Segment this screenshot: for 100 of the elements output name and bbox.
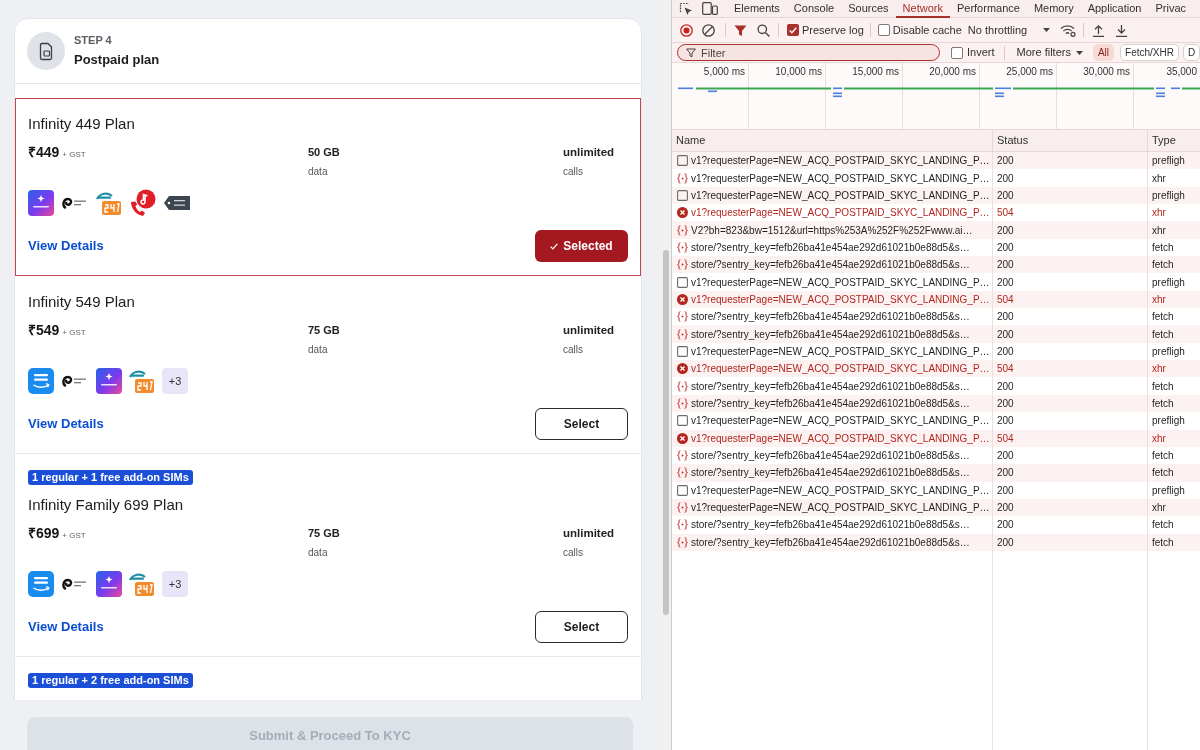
select-plan-button[interactable]: Select xyxy=(535,408,628,440)
timeline-tick: 5,000 ms xyxy=(703,65,745,79)
braces-icon xyxy=(677,519,688,531)
record-icon[interactable] xyxy=(680,23,693,37)
status-code: 200 xyxy=(997,466,1014,481)
scrollbar[interactable] xyxy=(662,250,669,615)
calls-label: calls xyxy=(563,165,583,179)
checkbox[interactable] xyxy=(877,24,890,36)
checkbox[interactable] xyxy=(787,24,799,36)
checkbox-label: Disable cache xyxy=(892,22,962,38)
filter-icon[interactable] xyxy=(734,23,747,37)
status-code: 200 xyxy=(997,414,1014,429)
data-amount: 75 GB xyxy=(308,323,340,338)
square-icon xyxy=(677,415,688,427)
plan-option[interactable]: Infinity 549 Plan ₹549 + GST 75 GB data unlimited calls +3 View Details Select xyxy=(15,276,641,454)
type-filter-pill[interactable]: D xyxy=(1182,44,1200,61)
clear-icon[interactable] xyxy=(702,23,715,37)
request-row[interactable]: v1?requesterPage=NEW_ACQ_POSTPAID_SKYC_LANDING_P… 200 prefligh xyxy=(672,152,1200,170)
status-code: 200 xyxy=(997,344,1014,359)
request-name: v1?requesterPage=NEW_ACQ_POSTPAID_SKYC_LANDING_P… xyxy=(691,292,990,307)
column-header[interactable]: Name xyxy=(672,130,993,151)
request-type: fetch xyxy=(1152,258,1174,273)
tag-icon xyxy=(164,196,190,210)
request-type: fetch xyxy=(1152,379,1174,394)
swirl-logo-icon xyxy=(61,578,89,590)
request-type: xhr xyxy=(1152,431,1166,446)
request-type: prefligh xyxy=(1152,414,1185,429)
calls-label: calls xyxy=(563,343,583,357)
wifi-gear-icon[interactable] xyxy=(1060,23,1077,37)
star-tile-icon xyxy=(28,190,54,216)
caret-icon xyxy=(1043,28,1051,32)
view-details-link[interactable]: View Details xyxy=(28,414,104,434)
plan-option[interactable]: 1 regular + 2 free add-on SIMs xyxy=(15,657,641,700)
devtools-tab[interactable]: Application xyxy=(1080,0,1149,18)
braces-icon xyxy=(677,502,688,514)
column-header[interactable]: Type xyxy=(1148,130,1200,151)
request-type: fetch xyxy=(1152,240,1174,255)
upload-icon[interactable] xyxy=(1092,23,1106,37)
status-code: 200 xyxy=(997,397,1014,411)
devtools-tab[interactable]: Memory xyxy=(1026,0,1081,18)
request-type: xhr xyxy=(1152,362,1166,377)
type-filter-pill[interactable]: All xyxy=(1092,44,1115,61)
request-row[interactable]: store/?sentry_key=fefb26ba41e454ae292d61021b0e88d5&s… 200 fetch xyxy=(672,256,1200,274)
timeline-tick: 10,000 ms xyxy=(775,65,822,79)
select-plan-button[interactable]: Select xyxy=(535,611,628,643)
request-name: v1?requesterPage=NEW_ACQ_POSTPAID_SKYC_LANDING_P… xyxy=(691,431,990,446)
select-plan-button[interactable]: Selected xyxy=(535,230,628,262)
request-name: v1?requesterPage=NEW_ACQ_POSTPAID_SKYC_LANDING_P… xyxy=(691,275,990,290)
request-name: store/?sentry_key=fefb26ba41e454ae292d61021b0e88d5&s… xyxy=(691,466,970,481)
star-tile-icon xyxy=(96,368,122,394)
request-type: prefligh xyxy=(1152,483,1185,498)
braces-icon xyxy=(677,328,688,340)
type-filter-pill[interactable]: Fetch/XHR xyxy=(1120,44,1179,61)
request-type: fetch xyxy=(1152,397,1174,411)
star-tile-icon xyxy=(96,571,122,597)
error-icon xyxy=(677,363,688,375)
tax-note: + GST xyxy=(62,327,86,339)
request-type: xhr xyxy=(1152,223,1166,238)
download-icon[interactable] xyxy=(1115,23,1129,37)
devtools-tab[interactable]: Privac xyxy=(1148,0,1194,18)
swirl-logo-icon xyxy=(61,197,89,209)
braces-icon xyxy=(677,311,688,323)
request-row[interactable]: v1?requesterPage=NEW_ACQ_POSTPAID_SKYC_LANDING_P… 504 xhr xyxy=(672,360,1200,378)
tax-note: + GST xyxy=(62,149,86,161)
throttling-dropdown[interactable]: No throttling xyxy=(967,21,1051,39)
request-type: prefligh xyxy=(1152,344,1185,359)
status-code: 200 xyxy=(997,223,1014,238)
braces-icon xyxy=(677,536,688,548)
tile-logo-icon xyxy=(129,571,155,597)
braces-icon xyxy=(677,380,688,392)
status-code: 200 xyxy=(997,171,1014,186)
search-icon[interactable] xyxy=(757,23,770,37)
request-bar xyxy=(678,87,693,90)
request-type: prefligh xyxy=(1152,154,1185,169)
inspect-icon[interactable] xyxy=(679,1,693,16)
request-type: xhr xyxy=(1152,206,1166,221)
request-type: xhr xyxy=(1152,171,1166,186)
request-row[interactable]: store/?sentry_key=fefb26ba41e454ae292d61021b0e88d5&s… 200 fetch xyxy=(672,325,1200,343)
column-header[interactable]: Status xyxy=(993,130,1148,151)
step-label: STEP 4 xyxy=(74,32,113,47)
request-row[interactable]: store/?sentry_key=fefb26ba41e454ae292d61021b0e88d5&s… 200 fetch xyxy=(672,464,1200,482)
device-icon[interactable] xyxy=(702,2,718,15)
checkbox[interactable] xyxy=(951,46,963,59)
more-filters-dropdown[interactable]: More filters xyxy=(1016,44,1083,61)
devtools-tab[interactable]: Elements xyxy=(727,0,787,18)
devtools-tab[interactable]: Performance xyxy=(949,0,1027,18)
error-icon xyxy=(677,432,688,444)
devtools-tab[interactable]: Console xyxy=(786,0,842,18)
filter-field[interactable]: Filter xyxy=(677,44,940,61)
data-label: data xyxy=(308,546,328,560)
view-details-link[interactable]: View Details xyxy=(28,236,104,256)
request-bar xyxy=(708,90,717,93)
devtools-tab[interactable]: Sources xyxy=(841,0,896,18)
status-code: 504 xyxy=(997,362,1014,377)
view-details-link[interactable]: View Details xyxy=(28,617,104,637)
request-row[interactable]: V2?bh=823&bw=1512&url=https%253A%252F%252Fwww.ai… 200 xhr xyxy=(672,221,1200,239)
request-type: fetch xyxy=(1152,535,1174,550)
plan-option[interactable]: Infinity 449 Plan ₹449 + GST 50 GB data unlimited calls View Details Selected xyxy=(15,98,641,276)
plan-option[interactable]: 1 regular + 1 free add-on SIMs Infinity Family 699 Plan ₹699 + GST 75 GB data unlimited calls +3 View Details Select xyxy=(15,454,641,657)
status-code: 504 xyxy=(997,206,1014,221)
